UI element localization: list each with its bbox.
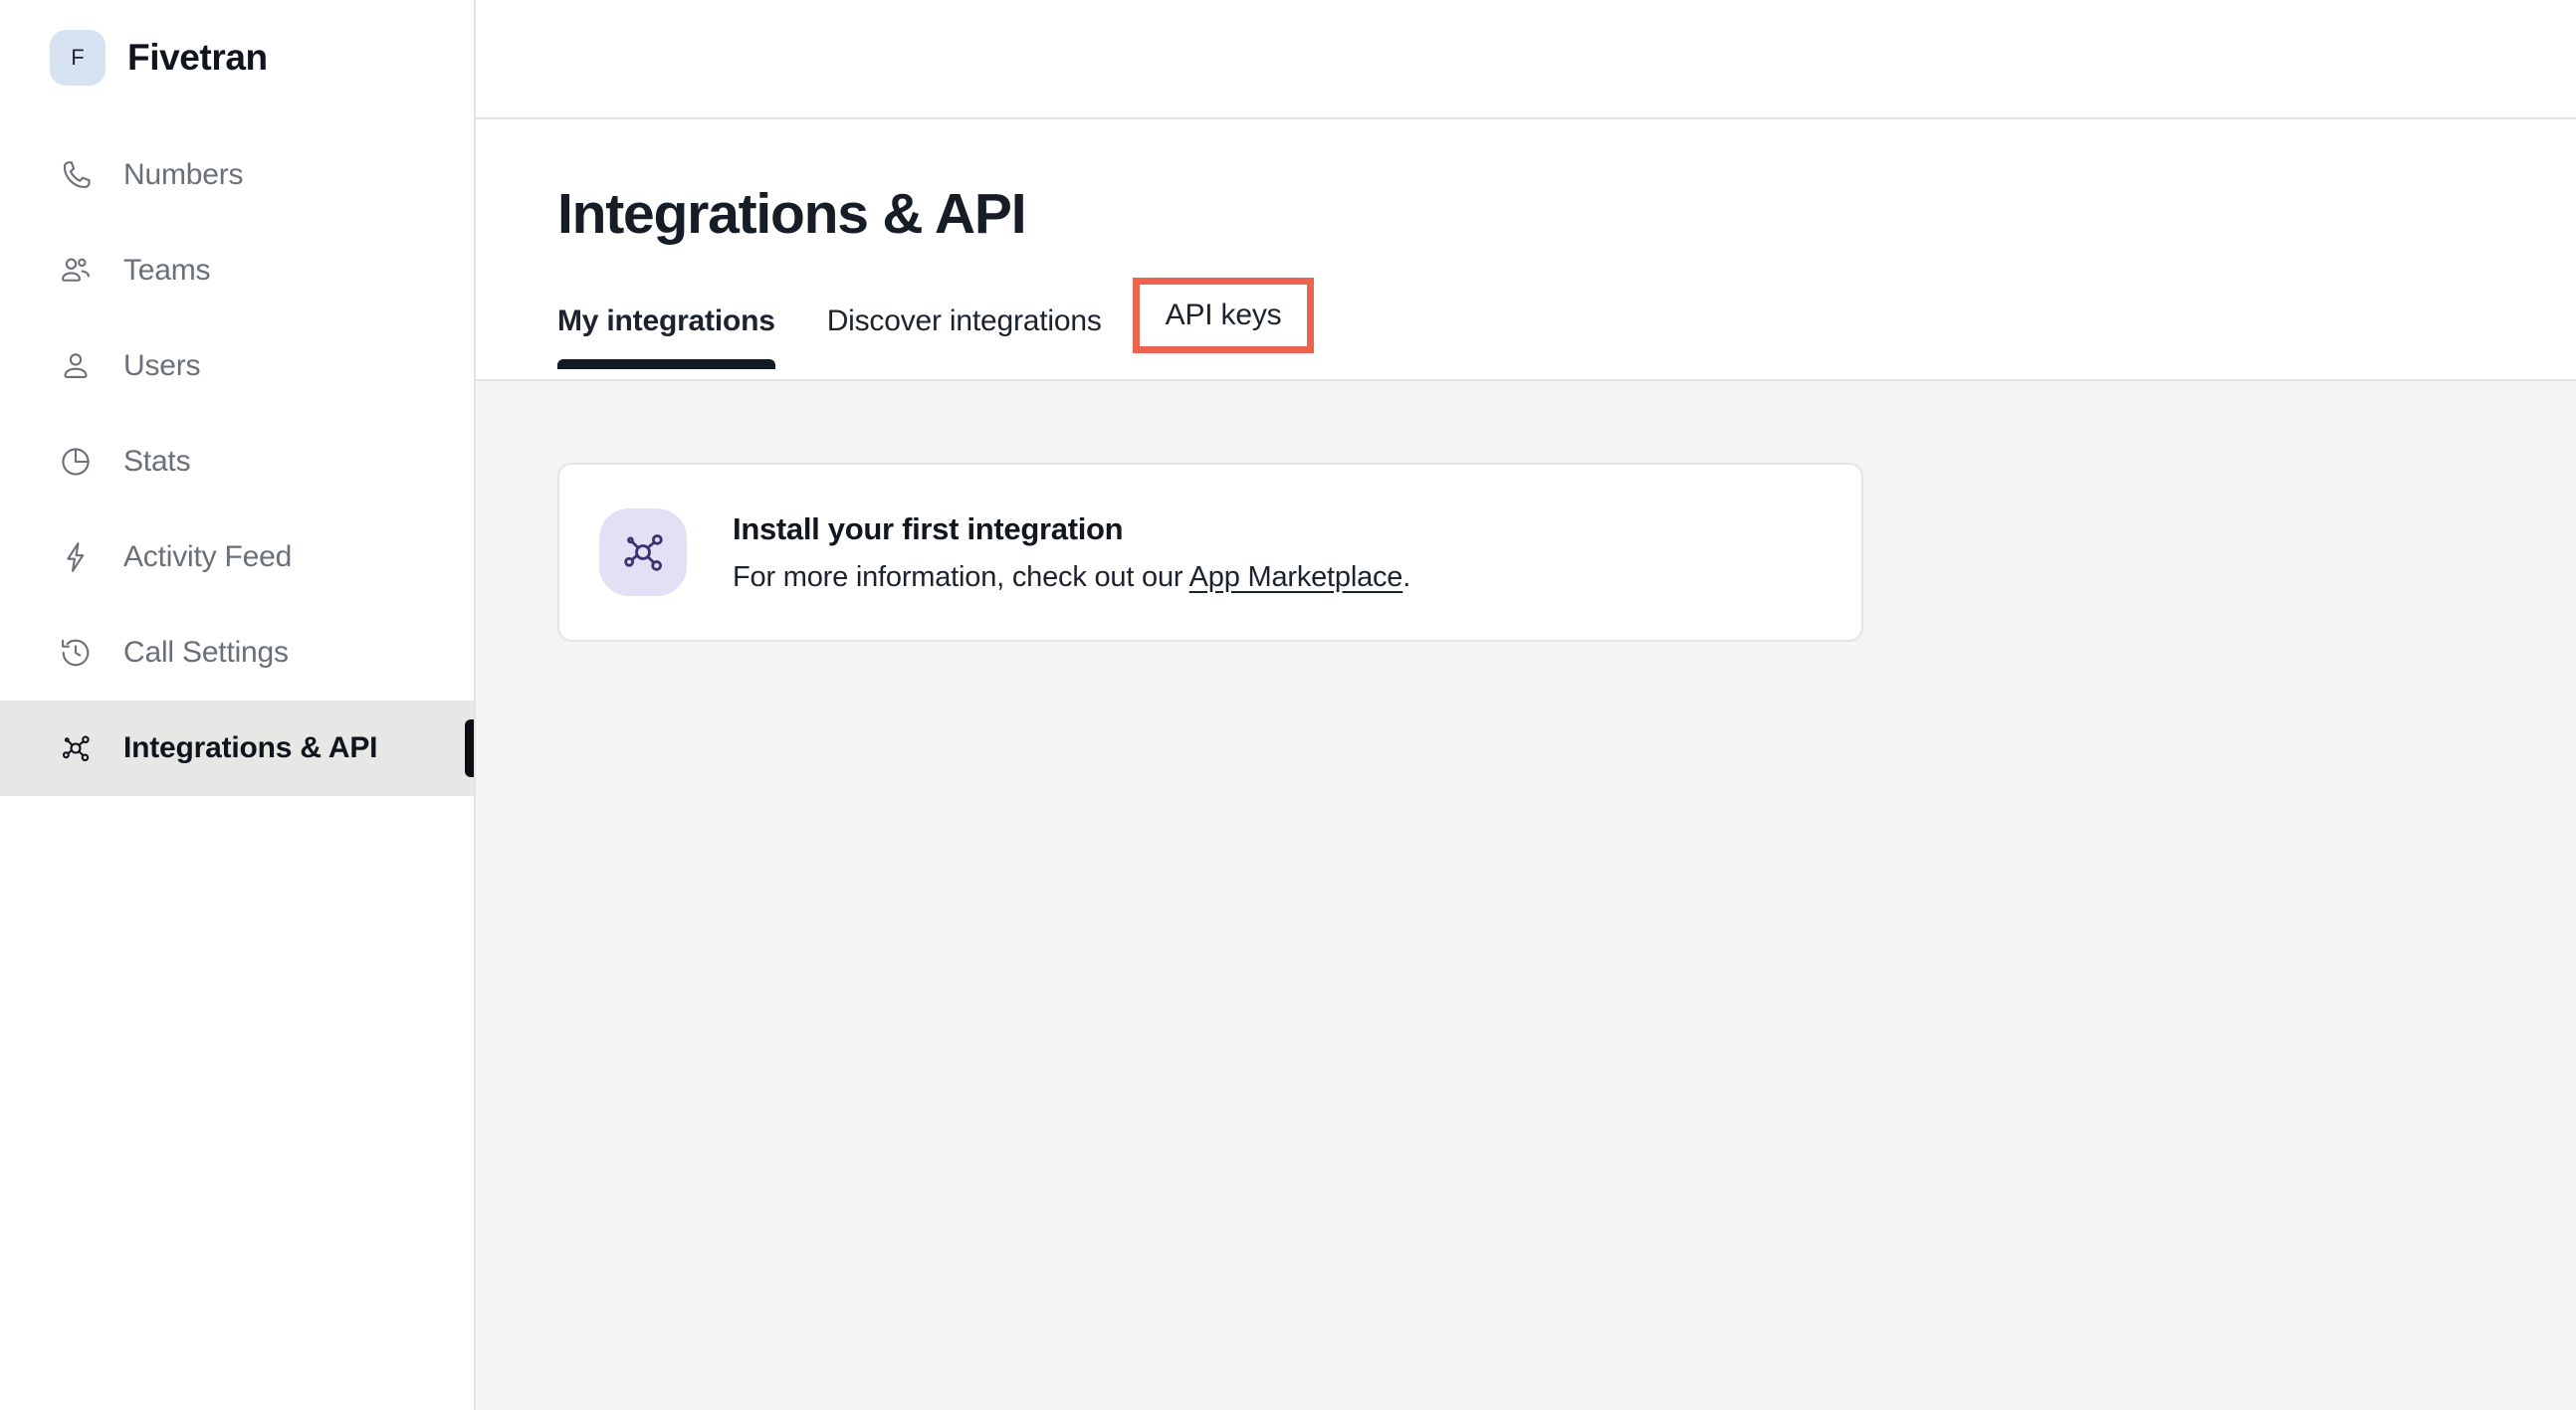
sidebar-item-label: Call Settings (123, 636, 289, 669)
sidebar-item-numbers[interactable]: Numbers (0, 127, 474, 223)
app-root: F Fivetran Numbers Teams Users Stats Act… (0, 0, 2576, 1410)
tab-api-keys[interactable]: API keys (1132, 278, 1315, 353)
install-integration-card: Install your first integration For more … (557, 463, 1863, 642)
card-description: For more information, check out our App … (733, 561, 1410, 594)
tab-bar: My integrations Discover integrations AP… (557, 278, 2576, 369)
people-icon (56, 251, 96, 291)
card-title: Install your first integration (733, 510, 1124, 546)
card-description-prefix: For more information, check out our (733, 560, 1189, 593)
sidebar-item-label: Stats (123, 445, 191, 478)
lightning-bolt-icon (56, 537, 96, 577)
sidebar-item-integrations-api[interactable]: Integrations & API (0, 701, 474, 796)
network-nodes-icon (599, 508, 687, 596)
sidebar-item-call-settings[interactable]: Call Settings (0, 605, 474, 701)
card-text-block: Install your first integration For more … (733, 511, 1410, 594)
main-area: Integrations & API My integrations Disco… (476, 0, 2576, 1410)
card-description-suffix: . (1402, 560, 1411, 593)
top-bar (476, 0, 2576, 119)
clock-rewind-icon (56, 633, 96, 673)
sidebar-item-label: Activity Feed (123, 540, 293, 573)
tab-label: API keys (1165, 299, 1282, 331)
network-nodes-icon (56, 728, 96, 768)
tab-label: Discover integrations (826, 304, 1102, 337)
sidebar-item-label: Integrations & API (123, 731, 378, 764)
page-title: Integrations & API (557, 182, 1027, 246)
sidebar-item-label: Numbers (123, 158, 244, 191)
brand-name: Fivetran (127, 37, 268, 78)
sidebar: F Fivetran Numbers Teams Users Stats Act… (0, 0, 476, 1410)
sidebar-item-stats[interactable]: Stats (0, 414, 474, 509)
tab-label: My integrations (557, 304, 775, 337)
brand-logo-icon: F (50, 30, 106, 86)
active-indicator (465, 719, 474, 777)
page-header: Integrations & API My integrations Disco… (476, 119, 2576, 381)
tab-discover-integrations[interactable]: Discover integrations (801, 281, 1128, 364)
sidebar-item-activity-feed[interactable]: Activity Feed (0, 509, 474, 605)
tab-my-integrations[interactable]: My integrations (557, 281, 801, 369)
app-marketplace-link[interactable]: App Marketplace (1189, 561, 1403, 593)
user-icon (56, 346, 96, 386)
sidebar-item-teams[interactable]: Teams (0, 223, 474, 318)
sidebar-item-label: Teams (123, 254, 211, 287)
content-area: Install your first integration For more … (476, 381, 2576, 1410)
sidebar-nav: Numbers Teams Users Stats Activity Feed … (0, 127, 474, 796)
sidebar-item-users[interactable]: Users (0, 318, 474, 414)
pie-chart-icon (56, 442, 96, 482)
brand-header[interactable]: F Fivetran (0, 0, 474, 115)
phone-icon (56, 155, 96, 195)
sidebar-item-label: Users (123, 349, 201, 382)
